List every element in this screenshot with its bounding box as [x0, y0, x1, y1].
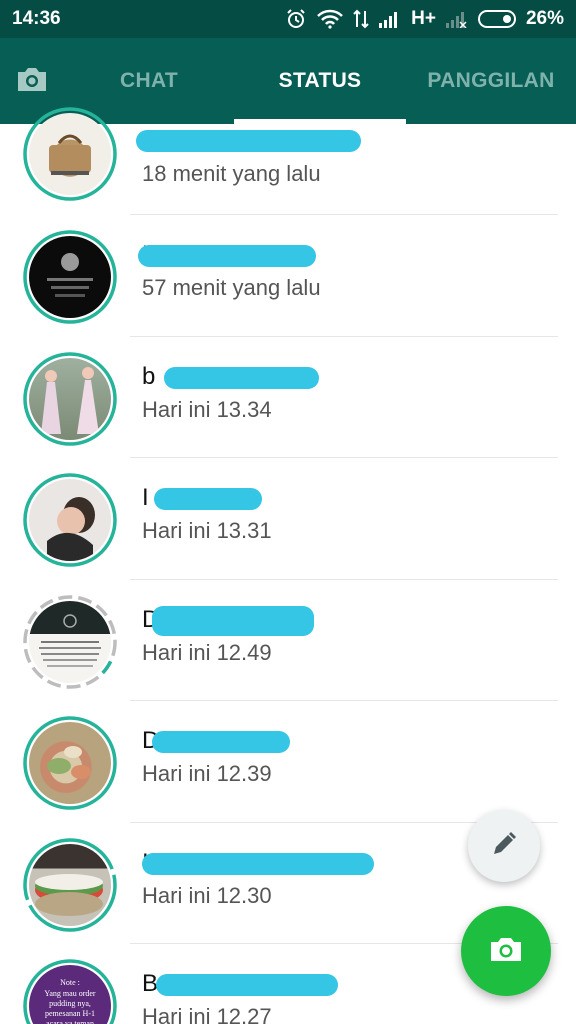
status-avatar[interactable]	[22, 594, 118, 690]
redaction-mark	[138, 245, 316, 267]
status-time: 57 menit yang lalu	[142, 275, 321, 300]
contact-name-redacted: B	[136, 126, 392, 156]
status-avatar[interactable]	[22, 351, 118, 447]
redaction-mark	[142, 852, 374, 875]
pencil-icon	[489, 829, 519, 864]
status-time: Hari ini 12.39	[142, 761, 272, 786]
signal-icon	[379, 10, 401, 28]
signal-empty-icon	[445, 10, 468, 28]
svg-text:pemesanan H-1: pemesanan H-1	[45, 1009, 95, 1018]
contact-name-redacted: D	[142, 605, 392, 636]
redaction-mark	[136, 130, 361, 152]
status-avatar[interactable]	[22, 715, 118, 811]
wifi-icon	[317, 9, 344, 29]
redaction-mark	[154, 488, 262, 510]
svg-text:pudding nya,: pudding nya,	[49, 999, 91, 1008]
battery-percent: 26%	[525, 8, 564, 29]
tab-calls[interactable]: PANGGILAN	[406, 38, 576, 124]
status-item[interactable]: D Hari ini 12.49	[0, 580, 576, 701]
status-avatar[interactable]	[22, 106, 118, 202]
contact-name-redacted: I	[142, 484, 392, 514]
svg-text:Yang mau order: Yang mau order	[44, 989, 96, 998]
tab-status[interactable]: STATUS	[234, 38, 406, 124]
status-time: Hari ini 12.49	[142, 639, 272, 665]
camera-icon	[15, 64, 49, 99]
contact-name-redacted: I	[142, 849, 392, 879]
contact-name-redacted: b	[142, 363, 392, 393]
status-avatar[interactable]: Note : Yang mau order pudding nya, pemes…	[22, 958, 118, 1024]
status-time: Hari ini 12.27	[142, 1004, 272, 1024]
text-status-button[interactable]	[468, 810, 540, 882]
camera-status-button[interactable]	[461, 906, 551, 996]
redaction-mark	[164, 366, 319, 389]
status-time: 18 menit yang lalu	[142, 161, 321, 186]
status-item[interactable]: K 57 menit yang lalu	[0, 215, 576, 337]
status-time: Hari ini 12.30	[142, 882, 272, 908]
network-type: H+	[411, 8, 436, 29]
status-item[interactable]: B 18 menit yang lalu	[0, 107, 576, 215]
status-avatar[interactable]	[22, 472, 118, 568]
camera-icon	[488, 933, 524, 970]
status-item[interactable]: b Hari ini 13.34	[0, 337, 576, 458]
svg-text:Note :: Note :	[60, 978, 80, 987]
data-arrows-icon	[353, 9, 369, 29]
redaction-mark	[152, 731, 290, 753]
contact-name-redacted: K	[138, 241, 392, 271]
redaction-mark	[152, 605, 314, 636]
status-time: Hari ini 13.34	[142, 396, 272, 422]
contact-name-redacted: B	[142, 970, 392, 1000]
system-status-bar: 14:36 H+ 26%	[0, 0, 576, 38]
status-item[interactable]: I Hari ini 13.31	[0, 458, 576, 580]
status-list: B 18 menit yang lalu K 57 menit yang lal…	[0, 107, 576, 1024]
clock: 14:36	[12, 8, 61, 29]
status-item[interactable]: D Hari ini 12.39	[0, 701, 576, 823]
svg-text:acara ya teman: acara ya teman	[46, 1019, 94, 1024]
status-time: Hari ini 13.31	[142, 518, 272, 543]
status-avatar[interactable]	[22, 837, 118, 933]
battery-icon	[477, 10, 516, 28]
contact-name-redacted: D	[142, 727, 392, 757]
alarm-icon	[285, 8, 307, 30]
redaction-mark	[156, 974, 338, 996]
status-avatar[interactable]	[22, 229, 118, 325]
